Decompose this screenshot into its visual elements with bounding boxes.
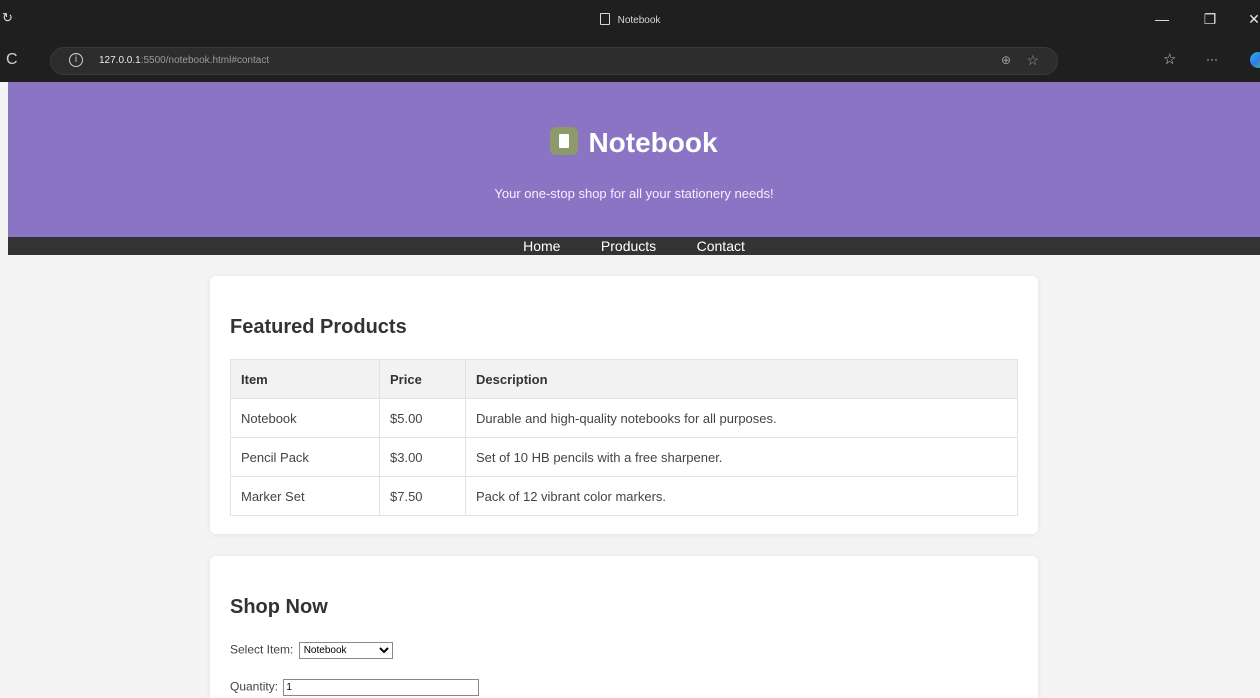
cell-description: Pack of 12 vibrant color markers. [465,476,1018,516]
document-icon [599,13,610,25]
zoom-icon[interactable]: ⊕ [1001,53,1011,67]
cell-item: Pencil Pack [230,437,380,477]
info-icon[interactable]: i [69,53,83,67]
column-header-item: Item [230,359,380,399]
featured-products-title: Featured Products [230,316,407,338]
close-button[interactable]: ✕ [1244,11,1260,28]
favorite-star-icon[interactable]: ☆ [1026,52,1039,69]
quantity-input[interactable] [283,679,480,696]
cell-price: $3.00 [379,437,466,477]
browser-addressbar: C i 127.0.0.1:5500/notebook.html#contact… [0,40,1260,82]
site-header: Notebook Your one-stop shop for all your… [8,82,1260,237]
restore-button[interactable]: ❐ [1200,11,1220,28]
quantity-row: Quantity: [230,679,480,696]
featured-products-card: Featured Products Item Price Description… [210,276,1038,534]
nav-home[interactable]: Home [523,237,560,255]
cell-description: Durable and high-quality notebooks for a… [465,398,1018,438]
cell-description: Set of 10 HB pencils with a free sharpen… [465,437,1018,477]
favorites-icon[interactable]: ☆ [1163,50,1176,68]
nav-contact[interactable]: Contact [697,237,745,255]
site-nav: Home Products Contact [8,237,1260,255]
column-header-description: Description [465,359,1018,399]
column-header-price: Price [379,359,466,399]
url-text[interactable]: 127.0.0.1:5500/notebook.html#contact [99,55,269,66]
browser-logo-icon[interactable] [1250,52,1260,68]
table-header-row: Item Price Description [230,359,1018,399]
minimize-button[interactable]: — [1152,11,1172,27]
tab-title-text: Notebook [617,15,661,26]
brand-name: Notebook [588,127,718,158]
notebook-icon [550,127,579,155]
url-path: :5500/notebook.html#contact [140,55,270,66]
table-row: Notebook $5.00 Durable and high-quality … [230,398,1018,438]
quantity-label: Quantity: [230,679,279,694]
select-item-row: Select Item: Notebook [230,642,393,659]
brand[interactable]: Notebook [8,127,1260,159]
cell-price: $5.00 [379,398,466,438]
cell-price: $7.50 [379,476,466,516]
url-host: 127.0.0.1 [99,55,141,66]
table-row: Pencil Pack $3.00 Set of 10 HB pencils w… [230,437,1018,477]
more-icon[interactable]: ··· [1206,52,1218,66]
item-select[interactable]: Notebook [298,642,393,659]
tab-title: Notebook [0,13,1260,26]
tagline: Your one-stop shop for all your statione… [494,186,774,201]
reload-icon[interactable]: C [6,51,18,69]
cell-item: Notebook [230,398,380,438]
browser-titlebar: ↻ Notebook — ❐ ✕ [0,0,1260,40]
nav-products[interactable]: Products [601,237,656,255]
select-item-label: Select Item: [230,642,294,657]
cell-item: Marker Set [230,476,380,516]
shop-now-title: Shop Now [230,596,328,618]
products-table: Item Price Description Notebook $5.00 Du… [230,359,1018,516]
url-field[interactable]: i 127.0.0.1:5500/notebook.html#contact ⊕… [50,47,1058,75]
shop-now-card: Shop Now Select Item: Notebook Quantity: [210,556,1038,698]
table-row: Marker Set $7.50 Pack of 12 vibrant colo… [230,476,1018,516]
